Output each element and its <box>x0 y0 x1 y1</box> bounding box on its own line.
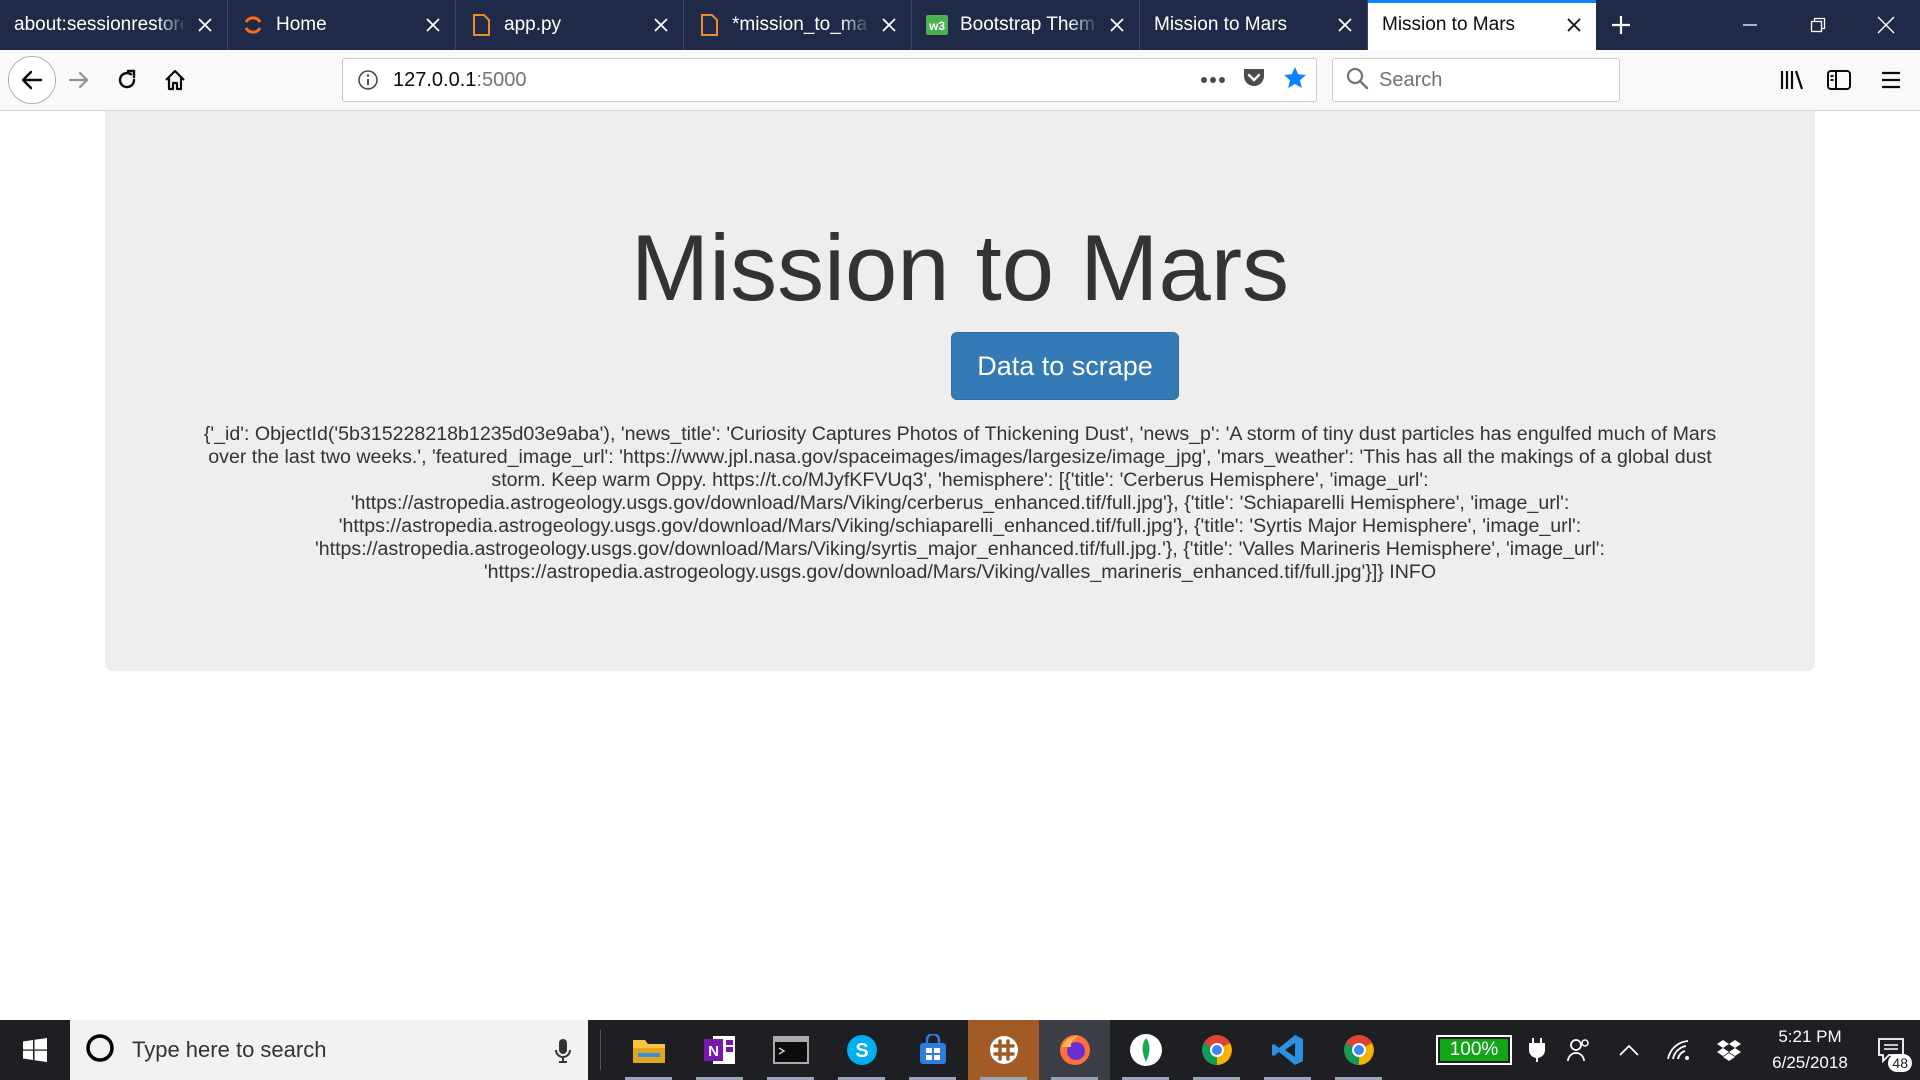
clock[interactable]: 5:21 PM 6/25/2018 <box>1758 1024 1862 1076</box>
library-icon <box>1780 70 1803 90</box>
tab-home[interactable]: Home <box>228 0 456 50</box>
close-icon[interactable] <box>1107 15 1127 35</box>
sidebar-icon <box>1826 70 1851 90</box>
clock-date: 6/25/2018 <box>1772 1053 1848 1072</box>
close-icon[interactable] <box>195 15 215 35</box>
chevron-up-icon[interactable] <box>1604 1020 1654 1080</box>
navigation-toolbar: 127.0.0.1:5000 <box>0 50 1920 111</box>
plus-icon <box>1612 16 1630 34</box>
start-button[interactable] <box>0 1020 70 1080</box>
battery-indicator[interactable]: 100% <box>1436 1035 1512 1065</box>
orange-circle-icon <box>242 14 264 36</box>
svg-text:S: S <box>855 1040 868 1062</box>
dropbox-icon[interactable] <box>1704 1020 1754 1080</box>
url-bar[interactable]: 127.0.0.1:5000 <box>342 58 1317 102</box>
cortana-icon <box>84 1032 116 1069</box>
url-port: :5000 <box>476 68 527 91</box>
window-controls <box>1716 0 1920 50</box>
new-tab-button[interactable] <box>1596 0 1646 50</box>
close-icon[interactable] <box>423 15 443 35</box>
store-icon[interactable] <box>897 1020 968 1080</box>
home-button[interactable] <box>154 59 196 101</box>
mars-data-text: {'_id': ObjectId('5b315228218b1235d03e9a… <box>203 423 1717 583</box>
action-center-button[interactable]: 48 <box>1862 1020 1920 1080</box>
close-icon[interactable] <box>1335 15 1355 35</box>
terminal-icon[interactable] <box>755 1020 826 1080</box>
library-button[interactable] <box>1768 59 1815 101</box>
close-icon <box>1877 16 1895 34</box>
home-icon <box>165 69 185 91</box>
tab-label: Mission to Mars <box>1382 14 1516 35</box>
minimize-button[interactable] <box>1716 0 1784 50</box>
windows-taskbar: Type here to search N S 100% 5:21 PM 6/2… <box>0 1020 1920 1080</box>
tab-sessionrestore[interactable]: about:sessionrestore <box>0 0 228 50</box>
jumbotron: Mission to Mars Data to scrape {'_id': O… <box>105 111 1815 671</box>
taskbar-search[interactable]: Type here to search <box>70 1020 588 1080</box>
chrome-icon[interactable] <box>1181 1020 1252 1080</box>
mongodb-icon[interactable] <box>1110 1020 1181 1080</box>
people-icon[interactable] <box>1554 1020 1604 1080</box>
pocket-icon[interactable] <box>1242 67 1266 94</box>
svg-text:N: N <box>708 1043 719 1060</box>
search-bar[interactable] <box>1332 58 1620 102</box>
onenote-icon[interactable]: N <box>684 1020 755 1080</box>
page-content: Mission to Mars Data to scrape {'_id': O… <box>0 111 1920 1020</box>
skype-icon[interactable]: S <box>826 1020 897 1080</box>
tab-label: Mission to Mars <box>1154 14 1288 35</box>
scrape-button[interactable]: Data to scrape <box>951 332 1179 400</box>
forward-arrow-icon <box>68 71 89 89</box>
reload-button[interactable] <box>106 59 148 101</box>
firefox-icon[interactable] <box>1039 1020 1110 1080</box>
tab-bootstrap-theme[interactable]: w3 Bootstrap Theme <box>912 0 1140 50</box>
tab-mission-to-mars-file[interactable]: *mission_to_mars <box>684 0 912 50</box>
tab-label: app.py <box>504 14 562 35</box>
tab-strip: about:sessionrestore Home app.py *missio… <box>0 0 1920 50</box>
wifi-icon[interactable] <box>1654 1020 1704 1080</box>
vscode-icon[interactable] <box>1252 1020 1323 1080</box>
file-icon <box>470 14 492 36</box>
microphone-icon[interactable] <box>554 1038 572 1069</box>
toolbar-right <box>1768 59 1920 101</box>
page-actions-icon[interactable] <box>1200 71 1226 89</box>
file-icon <box>698 14 720 36</box>
close-icon[interactable] <box>1564 15 1584 35</box>
battery-label: 100% <box>1449 1039 1499 1060</box>
sidebar-button[interactable] <box>1815 59 1862 101</box>
reload-icon <box>118 69 136 89</box>
minimize-icon <box>1743 24 1757 26</box>
search-input[interactable] <box>1379 68 1599 92</box>
chrome-icon[interactable] <box>1323 1020 1394 1080</box>
forward-button[interactable] <box>58 59 100 101</box>
clock-time: 5:21 PM <box>1778 1027 1842 1046</box>
info-icon[interactable] <box>355 69 381 91</box>
close-window-button[interactable] <box>1852 0 1920 50</box>
restore-icon <box>1810 17 1826 33</box>
back-arrow-icon <box>21 70 43 90</box>
svg-text:w3: w3 <box>928 19 945 33</box>
notification-count-badge: 48 <box>1888 1054 1912 1072</box>
slack-icon[interactable] <box>968 1020 1039 1080</box>
close-icon[interactable] <box>879 15 899 35</box>
close-icon[interactable] <box>651 15 671 35</box>
file-explorer-icon[interactable] <box>613 1020 684 1080</box>
restore-button[interactable] <box>1784 0 1852 50</box>
back-button[interactable] <box>8 56 56 104</box>
power-plug-icon[interactable] <box>1520 1020 1554 1080</box>
taskbar-divider <box>600 1030 601 1070</box>
tab-mission-to-mars[interactable]: Mission to Mars <box>1140 0 1368 50</box>
taskbar-search-placeholder: Type here to search <box>132 1037 327 1062</box>
url-host: 127.0.0.1 <box>393 68 477 91</box>
bootstrap-w3-icon: w3 <box>926 14 948 36</box>
menu-button[interactable] <box>1862 59 1920 101</box>
hamburger-menu-icon <box>1882 71 1900 89</box>
url-text: 127.0.0.1:5000 <box>393 69 526 92</box>
tab-label: Home <box>276 14 327 35</box>
search-icon <box>1345 66 1369 95</box>
tab-app-py[interactable]: app.py <box>456 0 684 50</box>
system-tray: 100% 5:21 PM 6/25/2018 48 <box>1436 1020 1920 1080</box>
windows-logo-icon <box>23 1038 47 1062</box>
tab-mission-to-mars-active[interactable]: Mission to Mars <box>1368 0 1596 50</box>
page-title: Mission to Mars <box>630 215 1290 320</box>
bookmark-star-icon[interactable] <box>1282 65 1308 96</box>
